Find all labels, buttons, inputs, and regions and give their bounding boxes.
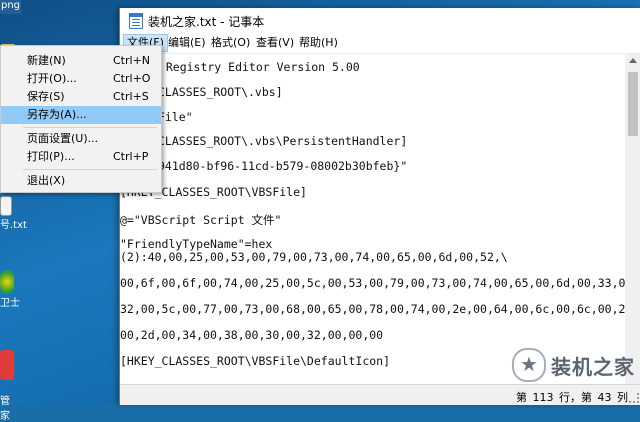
cursor-position: 第 113 行，第 43 列: [516, 391, 628, 404]
editor-line: "FriendlyTypeName"=hex: [120, 237, 273, 251]
desktop-security-guard-label: 卫士: [0, 298, 20, 309]
desktop-manager-icon[interactable]: 管家: [0, 350, 14, 422]
menu-item-print[interactable]: 打印(P)... Ctrl+P: [1, 148, 161, 166]
watermark: ★ 装机之家: [512, 348, 635, 382]
menu-item-label: 保存(S): [27, 90, 65, 103]
menu-item-label: 打开(O)...: [27, 72, 77, 85]
menu-edit[interactable]: 编辑(E): [165, 35, 209, 51]
menu-view[interactable]: 查看(V): [253, 35, 297, 51]
editor-line: 00,2d,00,34,00,38,00,30,00,32,00,00,00: [120, 328, 384, 342]
editor-line: s Registry Editor Version 5.00: [152, 60, 360, 74]
menu-item-label: 打印(P)...: [27, 150, 75, 163]
scrollbar-thumb[interactable]: [628, 72, 638, 136]
menu-item-shortcut: Ctrl+S: [113, 90, 149, 103]
desktop-security-guard-icon[interactable]: 卫士: [0, 270, 20, 309]
desktop-top-label: png: [0, 0, 21, 14]
menu-item-shortcut: Ctrl+N: [113, 54, 151, 67]
menu-item-save[interactable]: 保存(S) Ctrl+S: [1, 88, 161, 106]
editor-line: CLASSES_ROOT\.vbs\PersistentHandler]: [158, 134, 408, 148]
notepad-window: 装机之家.txt - 记事本 文件(F) 编辑(E) 格式(O) 查看(V) 帮…: [119, 8, 640, 405]
editor-line: (2):40,00,25,00,53,00,79,00,73,00,74,00,…: [120, 250, 508, 264]
notepad-icon: [129, 13, 143, 29]
editor-line: [HKEY_CLASSES_ROOT\VBSFile\DefaultIcon]: [120, 354, 391, 368]
menu-item-save-as[interactable]: 另存为(A)...: [1, 106, 161, 124]
menu-help[interactable]: 帮助(H): [296, 35, 341, 51]
watermark-star-icon: ★: [512, 348, 546, 382]
text-editor[interactable]: s Registry Editor Version 5.00 CLASSES_R…: [120, 54, 625, 384]
editor-line: 941d80-bf96-11cd-b579-08002b30bfeb}": [158, 159, 408, 173]
title-bar[interactable]: 装机之家.txt - 记事本: [120, 8, 640, 33]
editor-line: File": [158, 110, 193, 124]
menu-item-shortcut: Ctrl+P: [113, 150, 149, 163]
watermark-text: 装机之家: [551, 354, 635, 379]
vertical-scrollbar[interactable]: [625, 54, 640, 384]
resize-grip-icon[interactable]: [629, 393, 639, 403]
menu-item-label: 页面设置(U)...: [27, 132, 99, 145]
menu-separator: [23, 169, 157, 170]
desktop-txt-file-icon[interactable]: 号.txt: [0, 196, 27, 231]
menu-item-page-setup[interactable]: 页面设置(U)...: [1, 130, 161, 148]
editor-line: 00,6f,00,6f,00,74,00,25,00,5c,00,53,00,7…: [120, 276, 625, 290]
desktop-manager-label: 管家: [0, 396, 10, 422]
status-bar: 第 113 行，第 43 列: [120, 384, 640, 405]
menu-item-label: 另存为(A)...: [27, 108, 87, 121]
desktop-txt-file-label: 号.txt: [0, 220, 27, 231]
editor-line: @="VBScript Script 文件": [120, 213, 282, 227]
menu-separator: [23, 127, 157, 128]
menu-item-label: 新建(N): [27, 54, 66, 67]
menu-format[interactable]: 格式(O): [208, 35, 253, 51]
menu-item-new[interactable]: 新建(N) Ctrl+N: [1, 52, 161, 70]
menu-item-shortcut: Ctrl+O: [113, 72, 151, 85]
menu-bar: 文件(F) 编辑(E) 格式(O) 查看(V) 帮助(H): [120, 33, 640, 54]
menu-item-label: 退出(X): [27, 174, 66, 187]
menu-item-exit[interactable]: 退出(X): [1, 172, 161, 190]
editor-line: 32,00,5c,00,77,00,73,00,68,00,65,00,78,0…: [120, 302, 625, 316]
scroll-up-arrow-icon[interactable]: [629, 58, 637, 63]
window-title: 装机之家.txt - 记事本: [148, 15, 265, 29]
file-menu-dropdown: 新建(N) Ctrl+N 打开(O)... Ctrl+O 保存(S) Ctrl+…: [0, 45, 162, 193]
editor-line: CLASSES_ROOT\.vbs]: [158, 85, 283, 99]
menu-item-open[interactable]: 打开(O)... Ctrl+O: [1, 70, 161, 88]
